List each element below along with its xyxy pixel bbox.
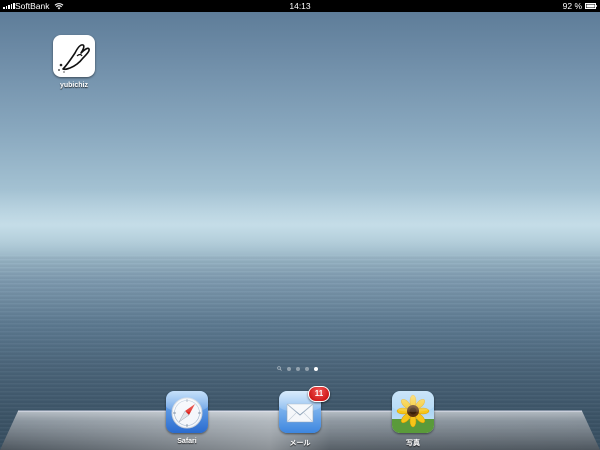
app-label: yubichiz <box>59 82 88 89</box>
battery-icon <box>585 3 597 9</box>
dock-app-photos[interactable]: 写真 <box>383 391 443 448</box>
status-clock: 14:13 <box>289 1 311 11</box>
page-dot[interactable] <box>305 366 309 371</box>
spotlight-search-icon[interactable] <box>277 366 282 371</box>
status-bar: SoftBank 14:13 92 % <box>0 0 600 12</box>
page-dot[interactable] <box>287 366 291 371</box>
page-dot-active[interactable] <box>314 366 318 371</box>
notification-badge: 11 <box>308 386 330 402</box>
photos-sunflower-icon <box>392 391 434 433</box>
page-indicator[interactable] <box>277 366 318 371</box>
app-label: メール <box>289 440 311 447</box>
app-label: Safari <box>177 438 197 445</box>
yubichiz-hand-icon <box>53 35 95 77</box>
safari-compass-icon <box>166 391 208 433</box>
wallpaper-horizon <box>0 190 600 260</box>
battery-percent: 92 % <box>562 1 582 11</box>
page-dot[interactable] <box>296 366 300 371</box>
app-yubichiz[interactable]: yubichiz <box>44 35 104 89</box>
dock-app-safari[interactable]: Safari <box>157 391 217 445</box>
app-label: 写真 <box>406 440 420 447</box>
